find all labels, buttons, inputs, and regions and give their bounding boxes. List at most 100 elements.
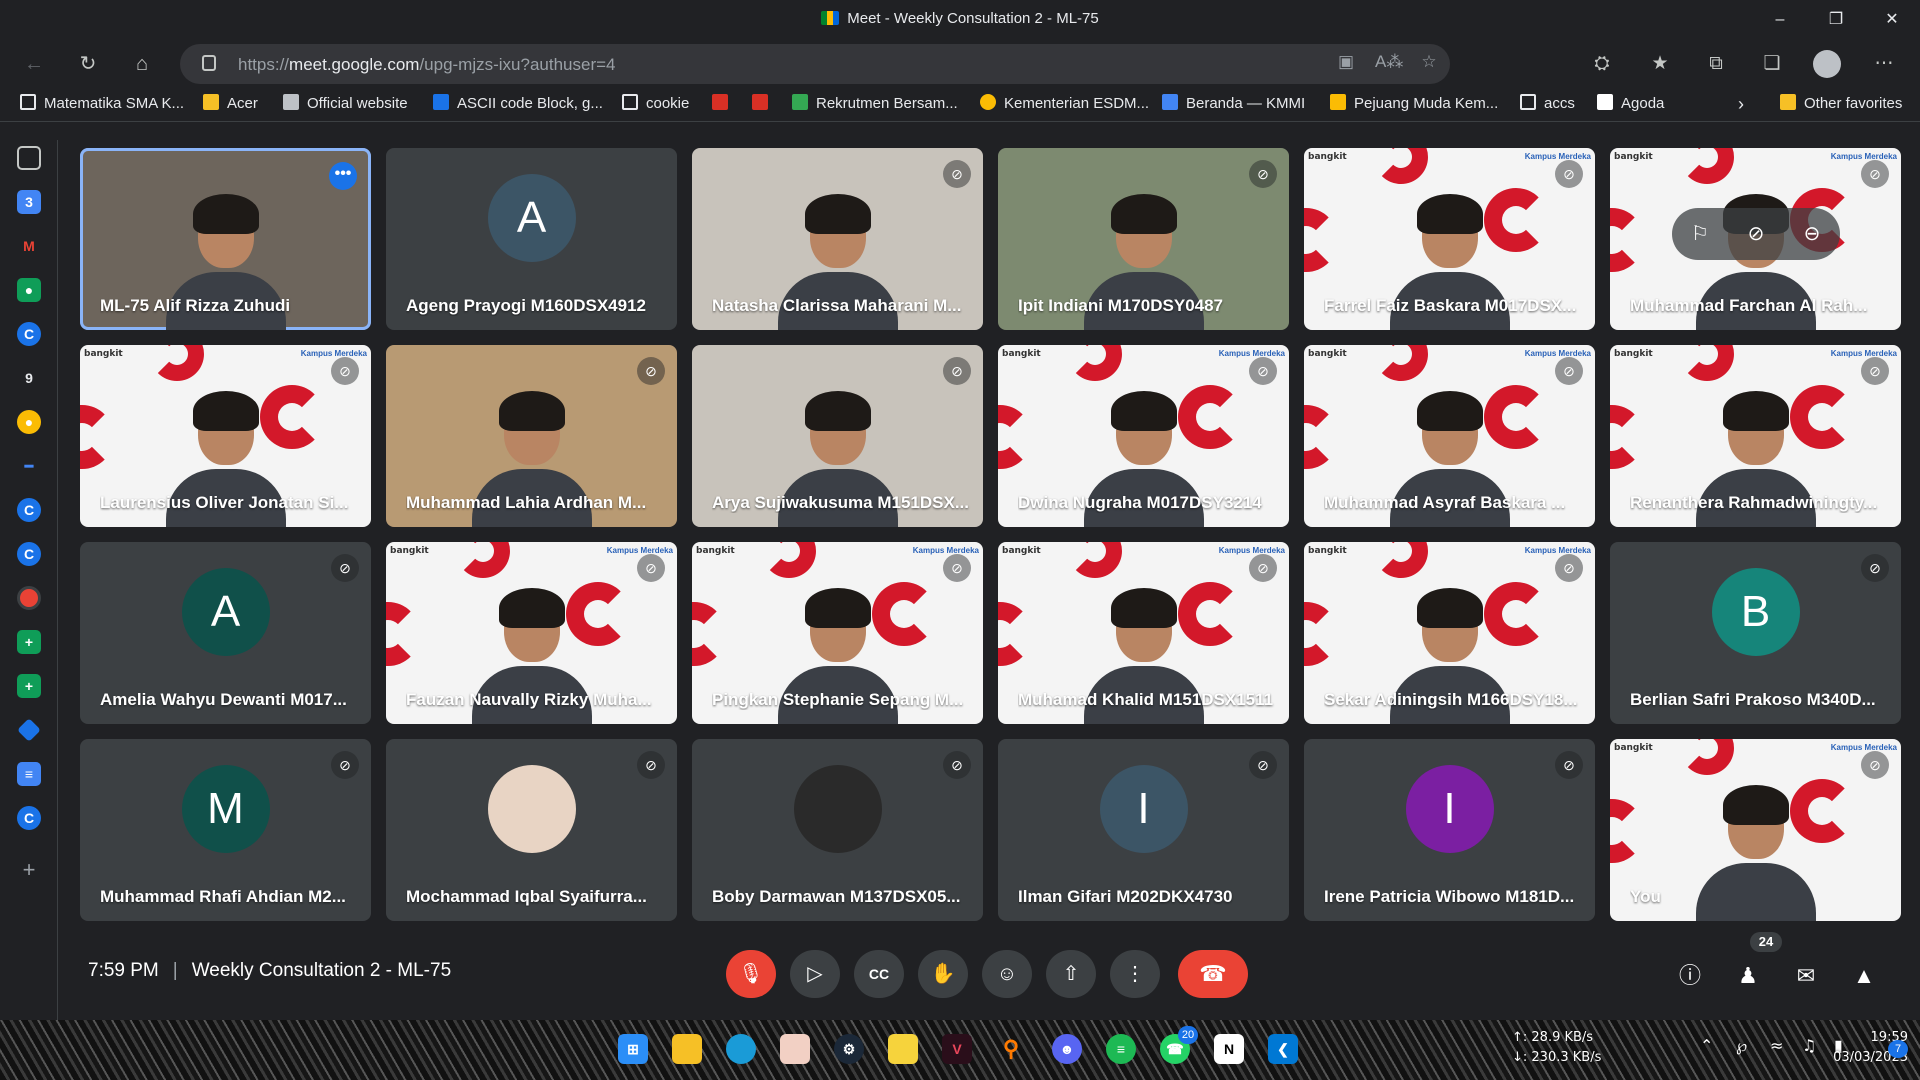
mic-toggle-button[interactable]: 🎙 [726,950,776,998]
bookmark-item[interactable]: Matematika SMA K... [20,94,184,116]
sticky-notes-icon[interactable] [888,1034,918,1064]
participant-tile[interactable]: bangkit Kampus Merdeka ⊘ Pingkan Stephanie … [692,542,983,724]
participant-tile[interactable]: ⊘ Boby Darmawan M137DSX05... [692,739,983,921]
docs-icon[interactable]: ≡ [17,762,41,786]
app-badge-icon[interactable]: ● [17,410,41,434]
spotify-icon[interactable]: ≡ [1106,1034,1136,1064]
bookmark-item[interactable] [752,94,776,116]
bookmark-item[interactable]: Rekrutmen Bersam... [792,94,958,116]
add-favorite-icon[interactable]: ☆ [1416,52,1442,76]
tab-actions-icon[interactable]: ❏ [1754,46,1790,82]
refresh-button[interactable]: ↻ [70,46,106,82]
app-c-icon[interactable]: C [17,806,41,830]
bookmark-item[interactable]: Agoda [1597,94,1664,116]
participant-tile[interactable]: I ⊘ Irene Patricia Wibowo M181D... [1304,739,1595,921]
url-bar[interactable]: https://meet.google.com/upg-mjzs-ixu?aut… [180,44,1450,84]
app-c-icon[interactable]: C [17,498,41,522]
participant-tile[interactable]: bangkit Kampus Merdeka ⊘ Renanthera Rahmadw… [1610,345,1901,527]
app-c-icon[interactable]: C [17,322,41,346]
bookmark-item[interactable]: Kementerian ESDM... [980,94,1149,116]
bookmark-item[interactable]: Acer [203,94,258,116]
read-aloud-icon[interactable]: A⁂ [1375,52,1403,76]
chat-button[interactable]: ✉ [1788,958,1824,994]
more-menu-icon[interactable]: ⋯ [1866,46,1902,82]
vscode-icon[interactable]: ❮ [1268,1034,1298,1064]
reactions-button[interactable]: ☺ [982,950,1032,998]
home-button[interactable]: ⌂ [124,46,160,82]
extensions-icon[interactable]: ⛭ [1584,46,1620,82]
participant-tile[interactable]: ⊘ Muhammad Lahia Ardhan M... [386,345,677,527]
url-text[interactable]: https://meet.google.com/upg-mjzs-ixu?aut… [238,55,616,75]
participant-tile[interactable]: M ⊘ Muhammad Rhafi Ahdian M2... [80,739,371,921]
anime-app-icon[interactable] [780,1034,810,1064]
participant-tile[interactable]: bangkit Kampus Merdeka ⊘ Muhammad Asyraf Ba… [1304,345,1595,527]
other-favorites[interactable]: Other favorites [1780,94,1902,116]
tabs-icon[interactable] [17,146,41,170]
bookmark-item[interactable]: ASCII code Block, g... [433,94,603,116]
bookmark-item[interactable]: cookie [622,94,689,116]
participant-tile[interactable]: ⊘ Natasha Clarissa Maharani M... [692,148,983,330]
bookmark-item[interactable]: Pejuang Muda Kem... [1330,94,1498,116]
close-window-button[interactable]: ✕ [1862,0,1920,40]
people-button[interactable]: ♟ [1730,958,1766,994]
discord-icon[interactable]: ☻ [1052,1034,1082,1064]
mute-participant-icon[interactable]: ⊘ [1728,208,1784,260]
bookmarks-overflow-chevron-icon[interactable]: › [1738,94,1744,116]
activities-button[interactable]: ▲ [1846,958,1882,994]
bookmark-item[interactable] [712,94,736,116]
contacts-icon[interactable]: ● [17,278,41,302]
participant-tile[interactable]: B ⊘ Berlian Safri Prakoso M340D... [1610,542,1901,724]
search-app-icon[interactable]: ⚲ [996,1034,1026,1064]
leave-call-button[interactable]: ☎ [1178,950,1248,998]
more-options-button[interactable]: ⋮ [1110,950,1160,998]
pin-icon[interactable]: ⚐ [1672,208,1728,260]
camera-toggle-button[interactable]: ▷ [790,950,840,998]
steam-icon[interactable]: ⚙ [834,1034,864,1064]
participant-tile[interactable]: bangkit Kampus Merdeka ⊘ ⚐ ⊘ ⊖ Muhammad Farcha… [1610,148,1901,330]
meeting-details-button[interactable]: ⓘ [1672,958,1708,994]
bookmark-item[interactable]: Official website [283,94,408,116]
show-hidden-icons-chevron-icon[interactable]: ⌃ [1700,1036,1713,1055]
participant-tile[interactable]: bangkit Kampus Merdeka ⊘ Sekar Adiningsih M… [1304,542,1595,724]
app-diamond-icon[interactable] [17,718,41,742]
raise-hand-button[interactable]: ✋ [918,950,968,998]
favorites-icon[interactable]: ★ [1642,46,1678,82]
participant-tile[interactable]: I ⊘ Ilman Gifari M202DKX4730 [998,739,1289,921]
add-sidebar-app-icon[interactable]: + [17,858,41,882]
app-9-icon[interactable]: 9 [17,366,41,390]
tile-more-options-icon[interactable]: ••• [329,162,357,190]
participant-tile[interactable]: ⊘ Arya Sujiwakusuma M151DSX... [692,345,983,527]
present-screen-button[interactable]: ⇧ [1046,950,1096,998]
participant-tile[interactable]: bangkit Kampus Merdeka ⊘ Farrel Faiz Baskar… [1304,148,1595,330]
participant-tile[interactable]: ⊘ Ipit Indiani M170DSY0487 [998,148,1289,330]
minimize-button[interactable]: – [1750,0,1810,40]
edge-browser-icon[interactable] [726,1034,756,1064]
participant-tile[interactable]: bangkit Kampus Merdeka ⊘ Laurensius Oliver … [80,345,371,527]
participant-tile[interactable]: ⊘ Mochammad Iqbal Syaifurra... [386,739,677,921]
app-line-icon[interactable]: ━ [17,454,41,478]
collections-icon[interactable]: ⧉ [1698,46,1734,82]
participant-tile[interactable]: bangkit Kampus Merdeka ⊘ Fauzan Nauvally Ri… [386,542,677,724]
remove-participant-icon[interactable]: ⊖ [1784,208,1840,260]
camera-permission-icon[interactable]: ▣ [1333,52,1359,76]
wifi-icon[interactable]: ≈ [1770,1036,1783,1055]
file-explorer-icon[interactable] [672,1034,702,1064]
back-button[interactable]: ← [16,46,52,82]
participant-tile[interactable]: bangkit Kampus Merdeka ⊘ Dwina Nugraha M017… [998,345,1289,527]
calendar-icon[interactable]: 3 [17,190,41,214]
notion-icon[interactable]: N [1214,1034,1244,1064]
record-icon[interactable] [17,586,41,610]
sheets-icon[interactable]: + [17,630,41,654]
profile-avatar[interactable] [1813,50,1841,78]
restore-button[interactable]: ❐ [1806,0,1866,40]
captions-button[interactable]: CC [854,950,904,998]
windows-start-icon[interactable]: ⊞ [618,1034,648,1064]
bookmark-item[interactable]: accs [1520,94,1575,116]
valorant-icon[interactable]: V [942,1034,972,1064]
participant-tile[interactable]: bangkit Kampus Merdeka ⊘ You [1610,739,1901,921]
participant-tile[interactable]: bangkit Kampus Merdeka ⊘ Muhamad Khalid M15… [998,542,1289,724]
notification-badge[interactable]: 7 [1888,1040,1908,1058]
participant-tile[interactable]: ••• ML-75 Alif Rizza Zuhudi [80,148,371,330]
bookmark-item[interactable]: Beranda — KMMI [1162,94,1305,116]
participant-tile[interactable]: A ⊘ Amelia Wahyu Dewanti M017... [80,542,371,724]
